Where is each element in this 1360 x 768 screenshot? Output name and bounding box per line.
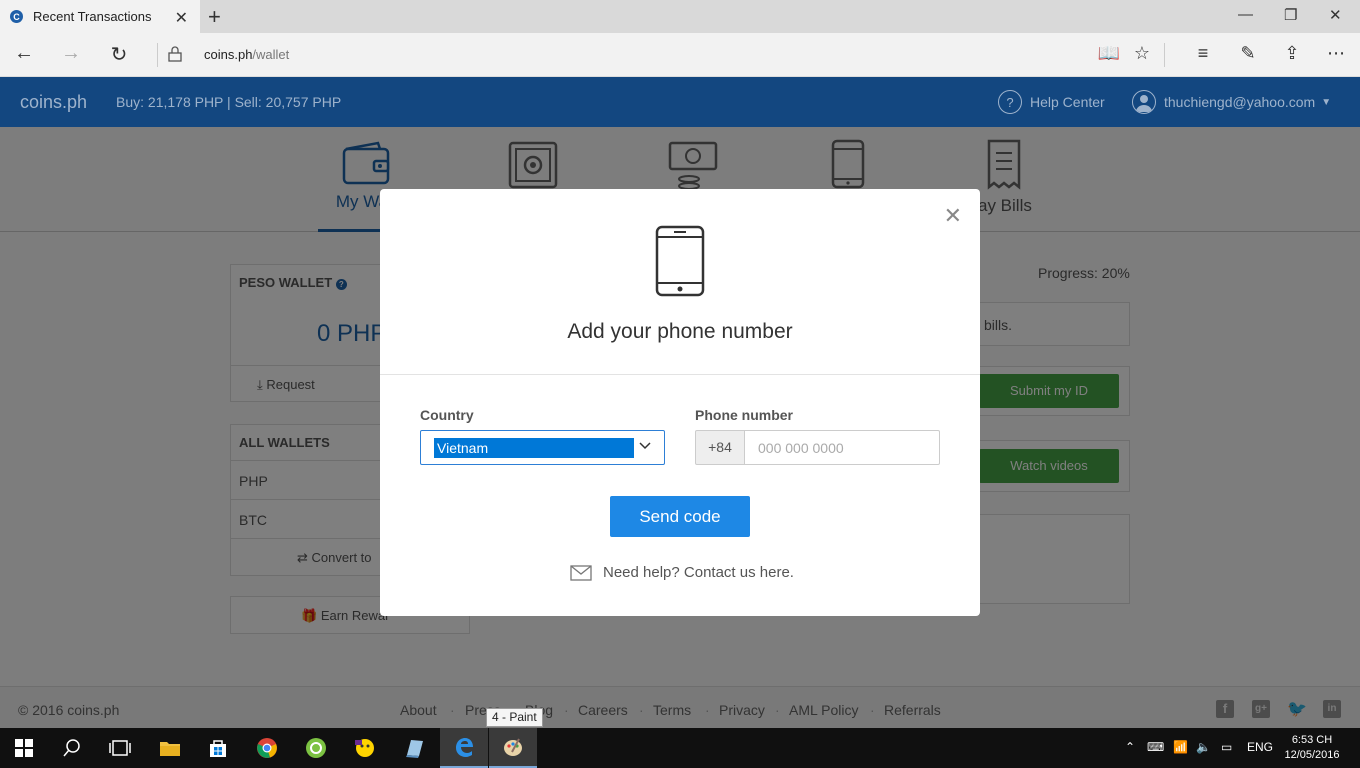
task-view-icon[interactable]	[96, 728, 144, 768]
chrome-icon[interactable]	[243, 728, 291, 768]
hub-icon[interactable]: ≡	[1191, 43, 1215, 64]
divider	[380, 374, 980, 375]
paint-icon[interactable]	[489, 728, 537, 768]
address-bar: ← → ↻ coins.ph/wallet 📖 ☆ ≡ ✎ ⇪ ⋯	[0, 33, 1360, 77]
close-window-icon[interactable]: ✕	[1329, 6, 1342, 24]
taskbar: ⌃ ⌨ 📶 🔈 ▭ ENG 6:53 CH 12/05/2016	[0, 728, 1360, 768]
country-code-prefix: +84	[695, 430, 745, 465]
url-host: coins.ph	[204, 47, 253, 62]
caret-down-icon: ▼	[1321, 96, 1332, 108]
contact-help-link[interactable]: Need help? Contact us here.	[570, 564, 794, 581]
add-phone-modal: ✕ Add your phone number Country Vietnam …	[380, 189, 980, 616]
tab-title: Recent Transactions	[33, 9, 152, 24]
contact-help-text: Need help? Contact us here.	[603, 564, 794, 581]
url-field[interactable]: coins.ph/wallet	[204, 47, 289, 62]
store-icon[interactable]	[194, 728, 242, 768]
taskbar-tooltip: 4 - Paint	[486, 708, 543, 727]
help-center-label: Help Center	[1030, 94, 1105, 110]
search-icon[interactable]	[48, 728, 96, 768]
send-code-button[interactable]: Send code	[610, 496, 750, 537]
smartphone-icon	[655, 225, 705, 297]
user-avatar-icon	[1132, 90, 1156, 114]
minimize-icon[interactable]: —	[1238, 6, 1253, 23]
clock-date: 12/05/2016	[1284, 749, 1340, 761]
country-select[interactable]: Vietnam	[420, 430, 665, 465]
new-tab-icon[interactable]: +	[208, 4, 221, 30]
country-selected-value: Vietnam	[434, 438, 634, 458]
windows-start-icon[interactable]	[0, 728, 48, 768]
question-icon: ?	[998, 90, 1022, 114]
close-tab-icon[interactable]: ✕	[175, 8, 188, 28]
site-header: coins.ph Buy: 21,178 PHP | Sell: 20,757 …	[0, 77, 1360, 127]
wifi-icon[interactable]: 📶	[1173, 740, 1188, 754]
green-app-icon[interactable]	[292, 728, 340, 768]
favicon-icon: C	[10, 10, 23, 23]
share-icon[interactable]: ⇪	[1280, 43, 1304, 64]
favorite-star-icon[interactable]: ☆	[1130, 43, 1154, 64]
help-center-link[interactable]: ? Help Center	[998, 90, 1105, 114]
phone-number-input[interactable]	[744, 430, 940, 465]
refresh-icon[interactable]: ↻	[106, 42, 132, 67]
phone-label: Phone number	[695, 407, 794, 423]
back-icon[interactable]: ←	[11, 42, 37, 65]
site-logo[interactable]: coins.ph	[20, 92, 87, 113]
modal-title: Add your phone number	[567, 320, 793, 343]
clock-time: 6:53 CH	[1291, 734, 1333, 746]
chevron-up-icon[interactable]: ⌃	[1125, 740, 1135, 754]
file-explorer-icon[interactable]	[146, 728, 194, 768]
divider	[157, 43, 158, 67]
notes-app-icon[interactable]	[390, 728, 438, 768]
chevron-down-icon	[639, 442, 651, 450]
yahoo-messenger-icon[interactable]	[341, 728, 389, 768]
notification-icon[interactable]: ▭	[1221, 740, 1232, 754]
edge-browser-icon[interactable]	[440, 728, 488, 768]
restore-icon[interactable]: ❐	[1284, 6, 1297, 24]
user-menu[interactable]: thuchiengd@yahoo.com ▼	[1132, 90, 1331, 114]
browser-tab[interactable]: C Recent Transactions ✕	[0, 0, 200, 33]
language-indicator[interactable]: ENG	[1247, 740, 1273, 754]
browser-tabbar: C Recent Transactions ✕ + — ❐ ✕	[0, 0, 1360, 33]
volume-icon[interactable]: 🔈	[1196, 740, 1211, 754]
close-icon[interactable]: ✕	[944, 203, 962, 229]
exchange-rates: Buy: 21,178 PHP | Sell: 20,757 PHP	[116, 94, 342, 110]
clock[interactable]: 6:53 CH 12/05/2016	[1282, 733, 1342, 763]
forward-icon[interactable]: →	[58, 42, 84, 65]
envelope-icon	[570, 564, 592, 581]
url-path: /wallet	[252, 47, 290, 62]
divider	[1164, 43, 1165, 67]
lock-icon	[168, 46, 182, 67]
input-method-icon[interactable]: ⌨	[1147, 740, 1164, 754]
reading-view-icon[interactable]: 📖	[1097, 43, 1121, 64]
web-note-icon[interactable]: ✎	[1236, 43, 1260, 64]
more-icon[interactable]: ⋯	[1324, 43, 1348, 64]
country-label: Country	[420, 407, 474, 423]
user-email: thuchiengd@yahoo.com	[1164, 94, 1316, 110]
